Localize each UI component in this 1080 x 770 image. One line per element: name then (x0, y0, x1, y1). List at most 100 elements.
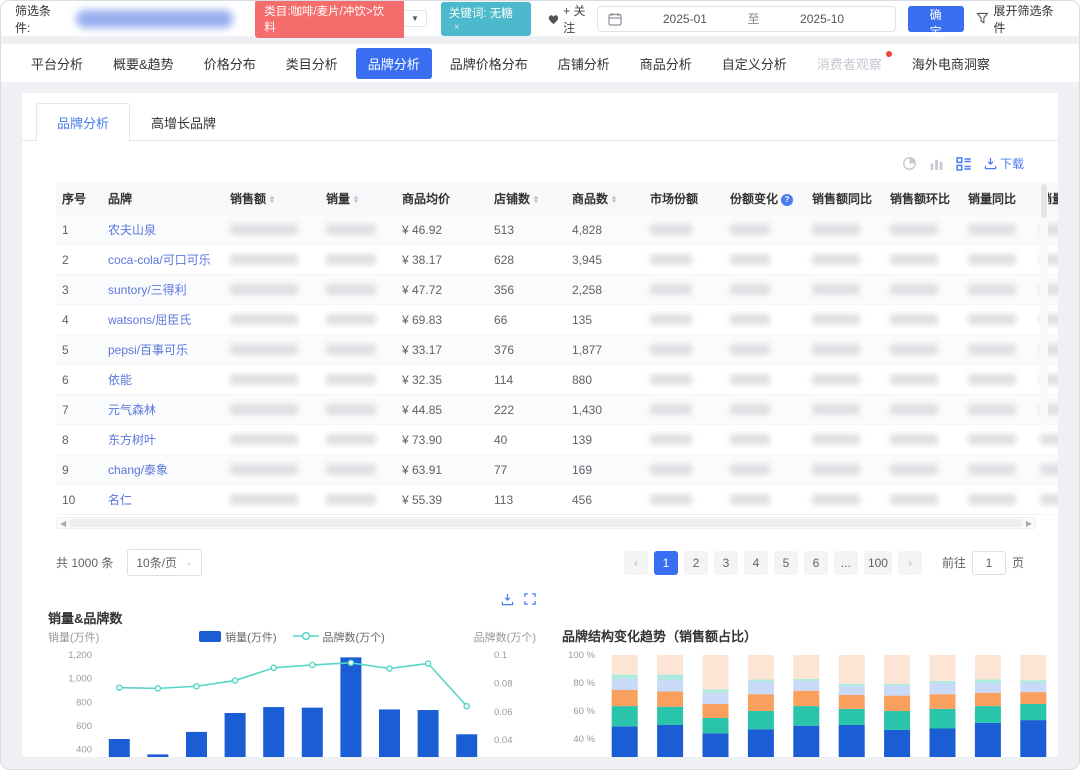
nav-tab-海外电商洞察[interactable]: 海外电商洞察 (900, 48, 1002, 79)
cell: ¥ 44.85 (396, 395, 488, 425)
table-vertical-scrollbar[interactable] (1040, 182, 1048, 432)
nav-tab-概要&趋势[interactable]: 概要&趋势 (101, 48, 186, 79)
nav-tab-平台分析[interactable]: 平台分析 (19, 48, 95, 79)
brand-link[interactable]: 农夫山泉 (108, 223, 156, 237)
pie-chart-view-icon[interactable] (902, 156, 917, 171)
sales-brands-combo-chart[interactable]: 02004006008001,0001,20000.020.040.060.08… (42, 645, 542, 758)
col-header-销售额[interactable]: 销售额▲▼ (224, 182, 320, 215)
pagination-row: 共 1000 条 10条/页 ⌄ ‹ 123456...100 › 前往 页 (22, 529, 1058, 584)
brand-link[interactable]: 依能 (108, 373, 132, 387)
brand-link[interactable]: 名仁 (108, 493, 132, 507)
nav-tab-品牌价格分布[interactable]: 品牌价格分布 (438, 48, 540, 79)
cell: 376 (488, 335, 566, 365)
col-header-商品数[interactable]: 商品数▲▼ (566, 182, 644, 215)
brand-link[interactable]: 元气森林 (108, 403, 156, 417)
nav-tab-类目分析[interactable]: 类目分析 (274, 48, 350, 79)
brand-link[interactable]: watsons/屈臣氏 (108, 313, 191, 327)
sort-icon[interactable]: ▲▼ (269, 196, 275, 204)
table-horizontal-scrollbar[interactable]: ◀ ▶ (56, 517, 1036, 529)
expand-filters-button[interactable]: 展开筛选条件 (976, 2, 1065, 36)
redacted-value (890, 464, 938, 475)
svg-text:40 %: 40 % (573, 734, 595, 745)
remove-keyword-icon[interactable]: × (454, 22, 460, 33)
follow-button[interactable]: + 关注 (547, 2, 597, 36)
left-chart-tools (42, 590, 542, 608)
table-view-icon[interactable] (956, 156, 972, 172)
chart-download-icon[interactable] (501, 593, 514, 606)
sort-icon[interactable]: ▲▼ (611, 196, 617, 204)
notification-dot (886, 51, 892, 57)
brand-link[interactable]: chang/泰象 (108, 463, 168, 477)
cell: 4 (56, 305, 102, 335)
page-button-5[interactable]: 5 (774, 551, 798, 575)
table-row: 2coca-cola/可口可乐¥ 38.176283,945 (56, 245, 1059, 275)
pager: ‹ 123456...100 › 前往 页 (624, 551, 1024, 575)
nav-tab-品牌分析[interactable]: 品牌分析 (356, 48, 432, 79)
redacted-value (968, 284, 1016, 295)
nav-tab-自定义分析[interactable]: 自定义分析 (710, 48, 799, 79)
redacted-value (812, 374, 860, 385)
brand-structure-stacked-chart[interactable]: 0 %20 %40 %60 %80 %100 %2025-012025-0220… (556, 647, 1059, 758)
scrollbar-thumb[interactable] (69, 519, 1023, 527)
redacted-value (230, 344, 298, 355)
date-range-picker[interactable]: 2025-01 至 2025-10 (597, 6, 895, 32)
redacted-value (326, 254, 376, 265)
svg-text:800: 800 (76, 697, 92, 708)
subtab-高增长品牌[interactable]: 高增长品牌 (130, 103, 237, 141)
brand-link[interactable]: 东方树叶 (108, 433, 156, 447)
page-button-2[interactable]: 2 (684, 551, 708, 575)
date-end[interactable]: 2025-10 (760, 12, 885, 26)
goto-page-input[interactable] (972, 551, 1006, 575)
brand-link[interactable]: pepsi/百事可乐 (108, 343, 188, 357)
nav-tab-商品分析[interactable]: 商品分析 (628, 48, 704, 79)
right-chart-title: 品牌结构变化趋势（销售额占比） (556, 626, 1059, 647)
page-button-...[interactable]: ... (834, 551, 858, 575)
nav-tab-店铺分析[interactable]: 店铺分析 (546, 48, 622, 79)
redacted-value (650, 344, 692, 355)
sort-icon[interactable]: ▲▼ (353, 196, 359, 204)
info-icon[interactable]: ? (781, 194, 793, 206)
brand-link[interactable]: suntory/三得利 (108, 283, 187, 297)
left-chart-legend-row: 销量(万件) 销量(万件)品牌数(万个) 品牌数(万个) (42, 629, 542, 645)
category-dropdown-caret-icon[interactable]: ▼ (404, 10, 427, 27)
page-button-1[interactable]: 1 (654, 551, 678, 575)
page-button-6[interactable]: 6 (804, 551, 828, 575)
next-page-button[interactable]: › (898, 551, 922, 575)
redacted-value (812, 314, 860, 325)
cell: ¥ 55.39 (396, 485, 488, 515)
cell: 77 (488, 455, 566, 485)
table-download-button[interactable]: 下载 (984, 155, 1024, 172)
keyword-filter-tag[interactable]: 关键词: 无糖× (441, 2, 531, 36)
redacted-value (326, 284, 376, 295)
svg-text:1,200: 1,200 (68, 650, 92, 661)
redacted-value (1040, 434, 1059, 445)
scroll-right-arrow-icon[interactable]: ▶ (1023, 519, 1035, 528)
category-filter-tag[interactable]: 类目:咖啡/麦片/冲饮>饮料 (255, 0, 404, 38)
redacted-value (968, 404, 1016, 415)
col-header-店铺数[interactable]: 店铺数▲▼ (488, 182, 566, 215)
page-button-4[interactable]: 4 (744, 551, 768, 575)
right-chart-tools (556, 608, 1059, 626)
col-header-销量[interactable]: 销量▲▼ (320, 182, 396, 215)
cell: 1 (56, 215, 102, 245)
sales-brands-chart-card: 销量&品牌数 销量(万件) 销量(万件)品牌数(万个) 品牌数(万个) 0200… (42, 590, 542, 758)
legend-item-line[interactable]: 品牌数(万个) (293, 629, 385, 645)
page-size-select[interactable]: 10条/页 ⌄ (127, 549, 201, 576)
redacted-value (968, 494, 1016, 505)
subtab-品牌分析[interactable]: 品牌分析 (36, 103, 130, 141)
scroll-left-arrow-icon[interactable]: ◀ (57, 519, 69, 528)
brand-link[interactable]: coca-cola/可口可乐 (108, 253, 211, 267)
nav-tab-消费者观察[interactable]: 消费者观察 (805, 48, 894, 79)
bar-chart-view-icon[interactable] (929, 156, 944, 171)
nav-tab-价格分布[interactable]: 价格分布 (192, 48, 268, 79)
redacted-value (326, 404, 376, 415)
legend-item-bar[interactable]: 销量(万件) (199, 629, 276, 645)
calendar-icon (608, 12, 622, 26)
fullscreen-icon[interactable] (524, 593, 536, 605)
sort-icon[interactable]: ▲▼ (533, 196, 539, 204)
page-button-100[interactable]: 100 (864, 551, 892, 575)
page-button-3[interactable]: 3 (714, 551, 738, 575)
confirm-button[interactable]: 确定 (908, 6, 964, 32)
prev-page-button[interactable]: ‹ (624, 551, 648, 575)
date-start[interactable]: 2025-01 (622, 12, 747, 26)
